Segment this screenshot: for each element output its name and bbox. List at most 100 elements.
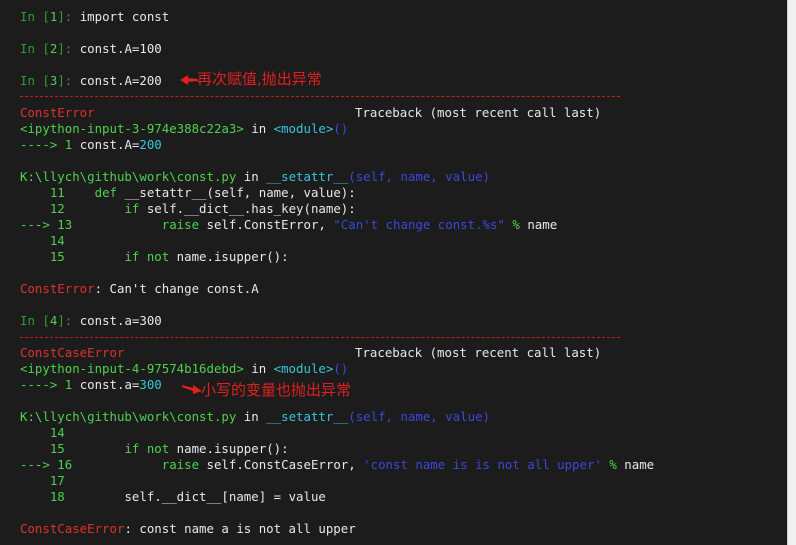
line-number: 17 (49, 473, 65, 488)
func-name: __setattr__ (266, 409, 349, 424)
input-line-1: In [1]: import const (20, 9, 169, 25)
func-args: (self, name, value) (348, 409, 490, 424)
prompt-out: ]: (57, 73, 73, 88)
annotation-reassign: 再次赋值,抛出异常 (197, 70, 322, 88)
traceback-title-2: Traceback (most recent call last) (355, 345, 601, 361)
traceback-frame-2: <ipython-input-4-97574b16debd> in <modul… (20, 361, 348, 377)
traceback-title-1: Traceback (most recent call last) (355, 105, 601, 121)
traceback-header-1: ConstError (20, 105, 95, 121)
operator: % (504, 217, 528, 232)
string-literal: "Can't change const.%s" (333, 217, 505, 232)
traceback-separator (20, 337, 620, 338)
module-ref: <module> (273, 361, 334, 376)
prompt-in: In [ (20, 41, 50, 56)
traceback-title: Traceback (most recent call last) (355, 105, 602, 120)
code-number: 200 (139, 137, 162, 152)
traceback-file-1: K:\llych\github\work\const.py in __setat… (20, 169, 490, 185)
code-number: 300 (139, 377, 162, 392)
line-number: 18 (49, 489, 65, 504)
prompt-in: In [ (20, 313, 50, 328)
src-line-14: 14 (20, 233, 65, 249)
src-line-18: 18 self.__dict__[name] = value (20, 489, 326, 505)
line-number: 14 (49, 233, 65, 248)
code-text: self.__dict__[name] = value (124, 489, 326, 504)
prompt-out: ]: (57, 9, 73, 24)
error-message-1: ConstError: Can't change const.A (20, 281, 259, 297)
vertical-scrollbar[interactable] (787, 0, 796, 545)
traceback-separator (20, 96, 620, 97)
arrow-marker: ----> 1 (20, 377, 80, 392)
prompt-out: ]: (57, 313, 73, 328)
src-line-16: ---> 16 raise self.ConstCaseError, 'cons… (20, 457, 654, 473)
code-text: __setattr__(self, name, value): (124, 185, 356, 200)
input-code: const.A=100 (79, 41, 162, 56)
annotation-lowercase: 小写的变量也抛出异常 (201, 381, 352, 399)
code-text: name.isupper(): (176, 441, 289, 456)
input-line-3: In [3]: const.A=200 (20, 73, 162, 89)
module-ref: <module> (273, 121, 334, 136)
in-word: in (236, 169, 267, 184)
code-text: self.ConstError, (206, 217, 334, 232)
traceback-code-2: ----> 1 const.a=300 (20, 377, 162, 393)
file-path: K:\llych\github\work\const.py (20, 169, 237, 184)
src-line-13: ---> 13 raise self.ConstError, "Can't ch… (20, 217, 557, 233)
in-word: in (243, 121, 274, 136)
keyword: if (124, 201, 147, 216)
traceback-code-1: ----> 1 const.A=200 (20, 137, 162, 153)
code-text: name (624, 457, 655, 472)
input-ref: <ipython-input-3-974e388c22a3> (20, 121, 244, 136)
src-line-11: 11 def __setattr__(self, name, value): (20, 185, 356, 201)
traceback-frame-1: <ipython-input-3-974e388c22a3> in <modul… (20, 121, 348, 137)
error-name: ConstError (20, 105, 95, 120)
line-number: 11 (49, 185, 65, 200)
error-name: ConstCaseError (20, 345, 125, 360)
traceback-header-2: ConstCaseError (20, 345, 124, 361)
annotation-arrow-icon (182, 385, 202, 394)
traceback-file-2: K:\llych\github\work\const.py in __setat… (20, 409, 490, 425)
code-text: self.ConstCaseError, (206, 457, 364, 472)
error-text: : const name a is not all upper (124, 521, 356, 536)
code-text: const.a= (79, 377, 140, 392)
error-text: : Can't change const.A (94, 281, 259, 296)
code-text: const.A= (79, 137, 140, 152)
input-code: const.A=200 (79, 73, 162, 88)
error-name: ConstCaseError (20, 521, 125, 536)
func-name: __setattr__ (266, 169, 349, 184)
prompt-out: ]: (57, 41, 73, 56)
in-word: in (236, 409, 267, 424)
input-line-2: In [2]: const.A=100 (20, 41, 162, 57)
input-ref: <ipython-input-4-97574b16debd> (20, 361, 244, 376)
string-literal: 'const name is is not all upper' (363, 457, 602, 472)
code-text: name.isupper(): (176, 249, 289, 264)
src-line-12: 12 if self.__dict__.has_key(name): (20, 201, 356, 217)
traceback-title: Traceback (most recent call last) (355, 345, 602, 360)
input-line-4: In [4]: const.a=300 (20, 313, 162, 329)
prompt-in: In [ (20, 73, 50, 88)
annotation-arrow-icon (180, 75, 198, 85)
code-text: self.__dict__.has_key(name): (146, 201, 356, 216)
error-name: ConstError (20, 281, 95, 296)
func-args: (self, name, value) (348, 169, 490, 184)
prompt-in: In [ (20, 9, 50, 24)
keyword: if not (124, 441, 177, 456)
ipython-terminal[interactable]: In [1]: import const In [2]: const.A=100… (0, 0, 787, 545)
src-line-14: 14 (20, 425, 65, 441)
paren: () (333, 361, 349, 376)
src-line-15: 15 if not name.isupper(): (20, 441, 289, 457)
line-number: 15 (49, 441, 65, 456)
keyword: raise (161, 457, 207, 472)
line-number: ---> 13 (20, 217, 73, 232)
line-number: 14 (49, 425, 65, 440)
arrow-marker: ----> 1 (20, 137, 80, 152)
error-message-2: ConstCaseError: const name a is not all … (20, 521, 356, 537)
keyword: def (94, 185, 125, 200)
code-text: name (527, 217, 558, 232)
paren: () (333, 121, 349, 136)
in-word: in (243, 361, 274, 376)
line-number: 15 (49, 249, 65, 264)
src-line-15: 15 if not name.isupper(): (20, 249, 289, 265)
line-number: 12 (49, 201, 65, 216)
keyword: raise (161, 217, 207, 232)
keyword: if not (124, 249, 177, 264)
file-path: K:\llych\github\work\const.py (20, 409, 237, 424)
